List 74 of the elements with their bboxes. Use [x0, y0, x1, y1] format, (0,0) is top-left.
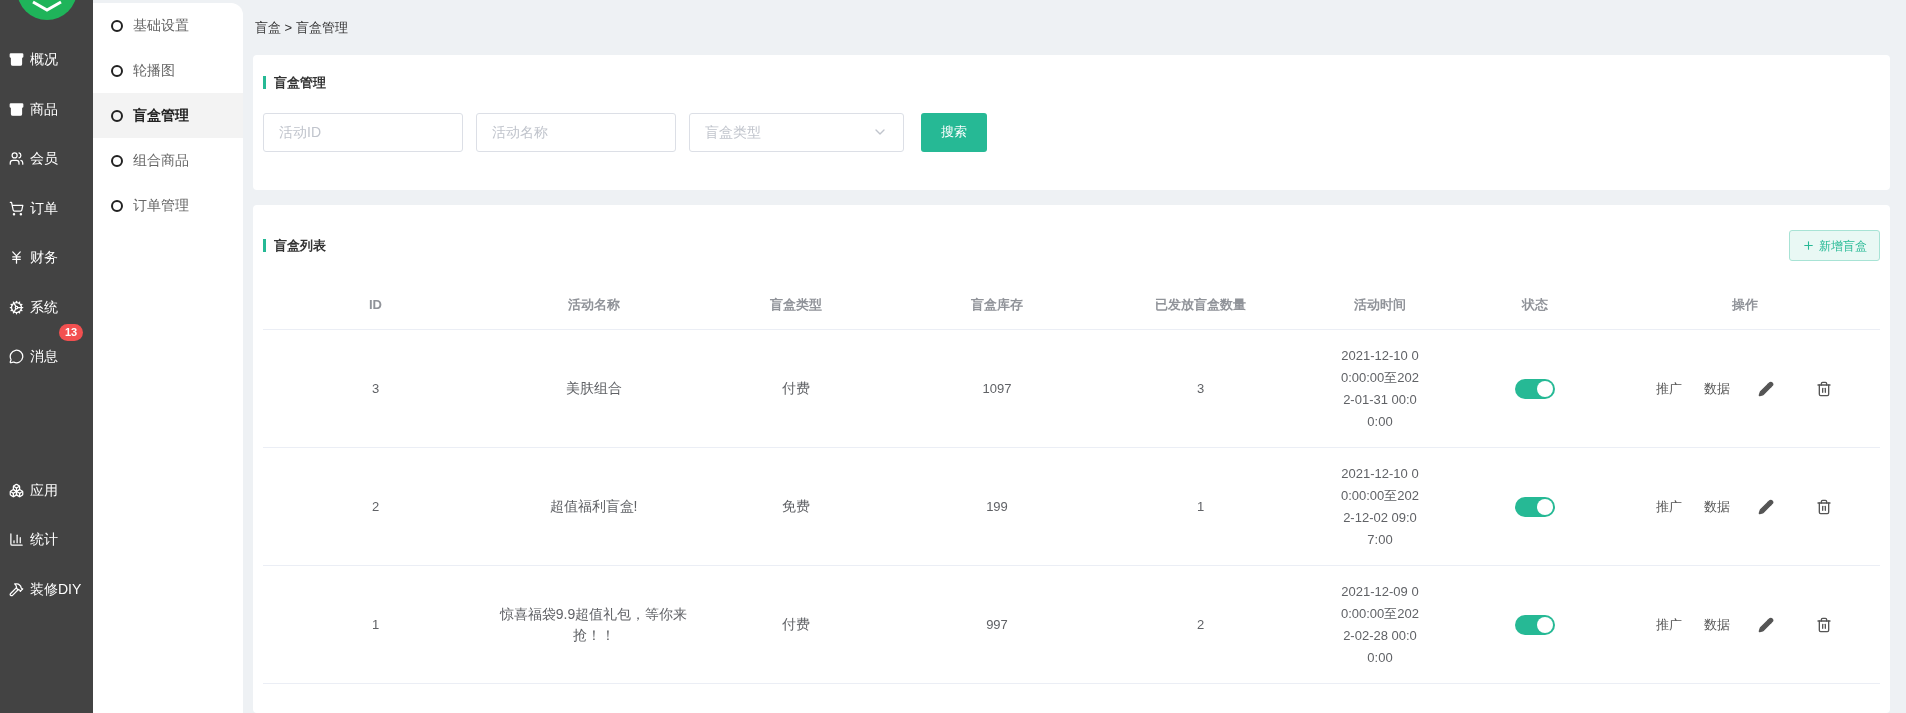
- box-icon: [9, 101, 24, 117]
- trash-icon: [1816, 616, 1832, 633]
- submenu-item[interactable]: 盲盒管理: [93, 93, 243, 138]
- column-header: ID: [369, 295, 382, 314]
- table-cell-text: 3: [1196, 379, 1205, 398]
- accent-bar: [263, 239, 266, 252]
- submenu-item[interactable]: 组合商品: [93, 138, 243, 183]
- table-cell-text: 2021-12-10 00:00:00至2022-12-02 09:07:00: [1339, 464, 1421, 549]
- nav-item[interactable]: 会员: [0, 134, 93, 184]
- logo-icon: [16, 0, 77, 20]
- table-cell-text: 2: [1196, 615, 1205, 634]
- submenu-item[interactable]: 轮播图: [93, 48, 243, 93]
- status-toggle[interactable]: [1515, 378, 1555, 399]
- table-cell-text: 美肤组合: [564, 379, 623, 398]
- count-badge: 13: [59, 324, 84, 341]
- plus-icon: [1802, 239, 1815, 252]
- column-header: 盲盒类型: [770, 295, 822, 314]
- column-header: 活动时间: [1354, 295, 1406, 314]
- nav-item[interactable]: 装修DIY: [0, 564, 93, 614]
- breadcrumb: 盲盒 > 盲盒管理: [254, 18, 349, 37]
- table-cell-text: 2021-12-09 00:00:00至2022-02-28 00:00:00: [1339, 582, 1421, 667]
- trash-icon: [1816, 380, 1832, 397]
- table-cell-text: 997: [986, 615, 1008, 634]
- hammer-icon: [9, 581, 24, 597]
- table-cell-text: 1: [1196, 497, 1205, 516]
- settings-icon: [9, 299, 24, 315]
- nav-item[interactable]: 统计: [0, 515, 93, 565]
- pencil-icon: [1758, 498, 1774, 515]
- people-icon: [9, 151, 24, 167]
- nav-item[interactable]: 应用: [0, 465, 93, 515]
- status-toggle[interactable]: [1515, 496, 1555, 517]
- yen-icon: [9, 250, 24, 266]
- action-link[interactable]: 推广: [1656, 614, 1682, 635]
- pencil-icon: [1758, 380, 1774, 397]
- input-field[interactable]: 活动名称: [476, 112, 676, 152]
- table-cell-text: 惊喜福袋9.9超值礼包，等你来抢！！: [498, 604, 689, 645]
- status-toggle[interactable]: [1515, 614, 1555, 635]
- column-header: 已发放盲盒数量: [1155, 295, 1246, 314]
- accent-bar: [263, 76, 266, 90]
- table-cell-text: 2: [371, 497, 380, 516]
- action-link[interactable]: 推广: [1656, 496, 1682, 517]
- submenu-item[interactable]: 基础设置: [93, 3, 243, 48]
- action-link[interactable]: 数据: [1704, 378, 1730, 399]
- table-cell-text: 付费: [782, 615, 810, 634]
- cubes-icon: [9, 482, 24, 498]
- column-header: 活动名称: [567, 295, 620, 314]
- action-link[interactable]: 数据: [1704, 496, 1730, 517]
- table-cell-text: 超值福利盲盒!: [548, 497, 639, 516]
- submenu-item[interactable]: 订单管理: [93, 183, 243, 228]
- table-cell-text: 免费: [782, 497, 810, 516]
- column-header: 操作: [1732, 295, 1758, 314]
- chat-bubble-icon: [9, 349, 24, 365]
- pencil-icon: [1758, 616, 1774, 633]
- table-cell-text: 1: [371, 615, 380, 634]
- input-field[interactable]: 活动ID: [263, 112, 463, 152]
- bar-chart-icon: [9, 532, 24, 548]
- table-cell-text: 3: [371, 379, 380, 398]
- column-header: 状态: [1522, 295, 1548, 314]
- table-cell-text: 2021-12-10 00:00:00至2022-01-31 00:00:00: [1339, 346, 1421, 431]
- table-cell-text: 付费: [782, 379, 810, 398]
- card-title: 盲盒列表: [274, 236, 326, 255]
- nav-item[interactable]: 订单: [0, 183, 93, 233]
- column-header: 盲盒库存: [971, 295, 1023, 314]
- nav-item[interactable]: 概况: [0, 35, 93, 85]
- nav-item[interactable]: 财务: [0, 233, 93, 283]
- card-title: 盲盒管理: [274, 74, 326, 92]
- nav-item[interactable]: 商品: [0, 84, 93, 134]
- action-link[interactable]: 数据: [1704, 614, 1730, 635]
- cart-icon: [9, 200, 24, 216]
- table-cell-text: 199: [986, 497, 1008, 516]
- trash-icon: [1816, 498, 1832, 515]
- action-link[interactable]: 推广: [1656, 378, 1682, 399]
- box-icon: [9, 52, 24, 68]
- table-cell-text: 1097: [982, 379, 1012, 398]
